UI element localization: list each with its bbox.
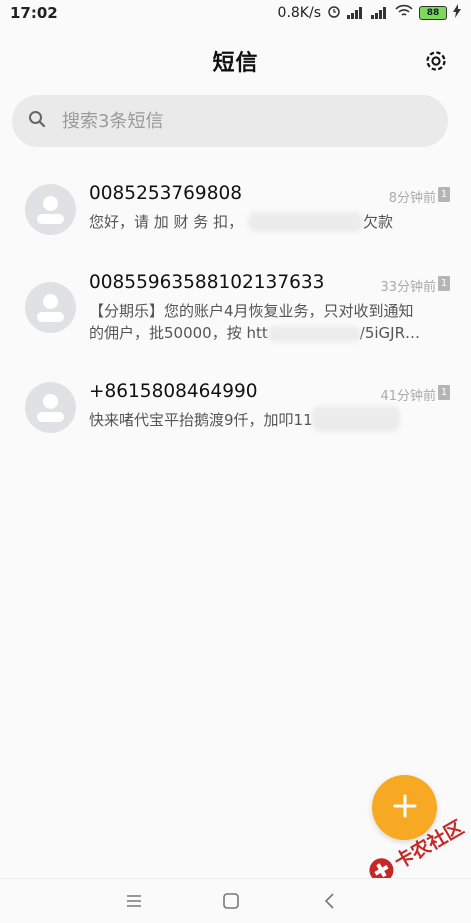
search-input[interactable] bbox=[60, 109, 404, 133]
app-header: 短信 bbox=[0, 44, 471, 78]
back-chevron-icon[interactable] bbox=[320, 891, 340, 911]
message-sender: +8615808464990 bbox=[89, 381, 258, 402]
charging-icon bbox=[453, 4, 461, 22]
avatar bbox=[25, 382, 76, 433]
home-square-icon[interactable] bbox=[221, 891, 241, 911]
alarm-icon bbox=[327, 4, 341, 22]
message-item[interactable]: 0085253769808 8分钟前 1 您好，请 加 财 务 扣， 欠款 bbox=[0, 172, 471, 262]
preview-line-2-head: 的佣户，批50000，按 htt bbox=[89, 324, 268, 342]
preview-text: 快来啫代宝平抬鹅渡9仟，加叩11 bbox=[89, 411, 313, 429]
search-bar[interactable] bbox=[12, 95, 448, 147]
navigation-bar bbox=[0, 878, 471, 923]
preview-line-1: 【分期乐】您的账户4月恢复业务，只对收到通知 bbox=[89, 302, 414, 320]
battery-icon: 88 bbox=[419, 6, 447, 20]
avatar bbox=[25, 282, 76, 333]
preview-text-tail: 欠款 bbox=[363, 213, 394, 231]
message-item[interactable]: 0085596358810213763​3 33分钟前 1 【分期乐】您的账户4… bbox=[0, 262, 471, 362]
wifi-icon bbox=[395, 4, 413, 22]
menu-icon[interactable] bbox=[124, 891, 144, 911]
message-time: 33分钟前 bbox=[380, 280, 436, 295]
avatar bbox=[25, 184, 76, 235]
status-time: 17:02 bbox=[10, 4, 58, 22]
signal-icon-1 bbox=[347, 7, 365, 19]
message-item[interactable]: +8615808464990 41分钟前 1 快来啫代宝平抬鹅渡9仟，加叩11 bbox=[0, 370, 471, 460]
redacted-blur bbox=[267, 325, 360, 342]
preview-line-2-tail: /5iGJR… bbox=[359, 324, 420, 342]
preview-text: 您好，请 加 财 务 扣， bbox=[89, 213, 244, 231]
status-icons: 0.8K/s 88 bbox=[278, 4, 461, 22]
gear-icon[interactable] bbox=[423, 48, 449, 74]
plus-icon bbox=[392, 793, 418, 823]
message-preview: 【分期乐】您的账户4月恢复业务，只对收到通知 的佣户，批50000，按 htt /… bbox=[89, 300, 449, 344]
sim-card-icon: 1 bbox=[438, 385, 450, 400]
sim-card-icon: 1 bbox=[438, 187, 450, 202]
message-time: 8分钟前 bbox=[388, 191, 436, 206]
signal-icon-2 bbox=[371, 7, 389, 19]
message-sender: 0085596358810213763​3 bbox=[89, 272, 325, 293]
status-bar: 17:02 0.8K/s 88 bbox=[0, 0, 471, 26]
message-sender: 0085253769808 bbox=[89, 183, 243, 204]
message-time: 41分钟前 bbox=[380, 389, 436, 404]
search-icon bbox=[28, 110, 46, 132]
sim-card-icon: 1 bbox=[438, 276, 450, 291]
network-speed: 0.8K/s bbox=[277, 5, 321, 21]
redacted-blur bbox=[248, 212, 363, 232]
preview-line-2: 的佣户，批50000，按 htt/5iGJR… bbox=[89, 322, 449, 344]
page-title: 短信 bbox=[212, 51, 259, 76]
redacted-blur bbox=[312, 406, 400, 432]
